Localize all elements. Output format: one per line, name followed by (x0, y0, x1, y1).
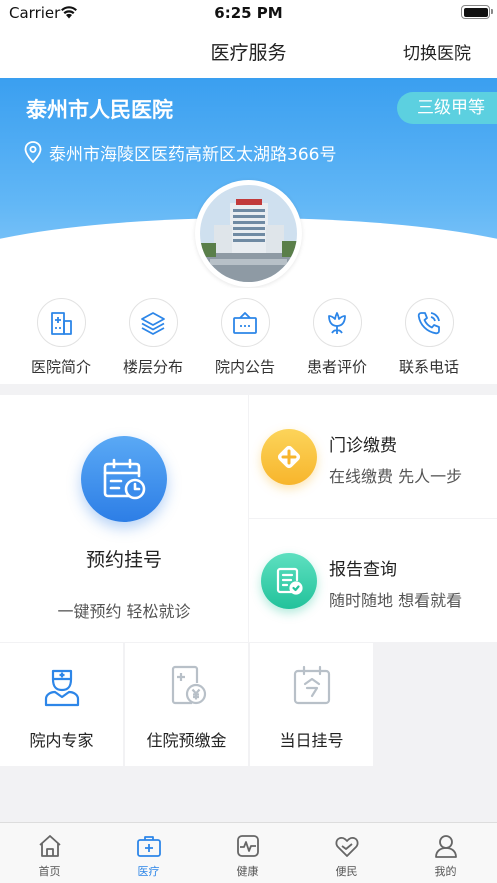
experts-label: 院内专家 (29, 731, 94, 750)
appointment-subtitle: 一键预约 轻松就诊 (57, 602, 191, 621)
today-calendar-icon (293, 665, 331, 705)
phone-icon (417, 311, 440, 334)
plus-diamond-icon (277, 445, 301, 469)
same-day-registration-label: 当日挂号 (279, 731, 344, 750)
quick-link-label: 楼层分布 (122, 358, 183, 376)
quick-link-label: 联系电话 (398, 358, 459, 376)
switch-hospital-button[interactable]: 切换医院 (403, 39, 471, 64)
appointment-card[interactable]: 预约挂号 一键预约 轻松就诊 (0, 395, 248, 642)
payment-title: 门诊缴费 (329, 436, 397, 456)
quick-link-contact[interactable]: 联系电话 (383, 298, 475, 377)
quick-link-notices[interactable]: 院内公告 (199, 298, 291, 377)
experts-card[interactable]: 院内专家 (0, 643, 123, 766)
report-card[interactable]: 报告查询 随时随地 想看就看 (249, 519, 497, 642)
quick-link-hospital-intro[interactable]: 医院简介 (15, 298, 107, 377)
hospital-photo (195, 180, 302, 287)
tab-medical[interactable]: 医疗 (99, 833, 198, 879)
quick-link-label: 患者评价 (306, 358, 367, 376)
tab-mine[interactable]: 我的 (396, 833, 495, 879)
same-day-registration-card[interactable]: 当日挂号 (250, 643, 373, 766)
quick-link-label: 医院简介 (30, 358, 91, 376)
hospital-address: 泰州市海陵区医药高新区太湖路366号 (49, 145, 337, 165)
notice-board-icon (233, 311, 257, 334)
home-icon (38, 835, 61, 857)
tab-label: 我的 (434, 865, 457, 878)
flower-icon (328, 311, 346, 334)
report-subtitle: 随时随地 想看就看 (329, 591, 463, 610)
deposit-card[interactable]: 住院预缴金 (125, 643, 248, 766)
status-bar: Carrier 6:25 PM (0, 0, 497, 26)
payment-subtitle: 在线缴费 先人一步 (329, 467, 463, 486)
deposit-icon (171, 665, 207, 705)
service-grid: 预约挂号 一键预约 轻松就诊 门诊缴费 在线缴费 先人一步 报告查询 随时随地 … (0, 395, 497, 642)
location-pin-icon (24, 141, 42, 163)
deposit-label: 住院预缴金 (146, 731, 227, 750)
quick-links: 医院简介 楼层分布 院内公告 患者评价 联系电话 (0, 288, 497, 384)
grade-badge: 三级甲等 (397, 92, 497, 124)
heartbeat-icon (236, 835, 259, 857)
nav-bar: 医疗服务 切换医院 (0, 26, 497, 78)
status-time: 6:25 PM (214, 4, 283, 22)
tab-label: 首页 (38, 865, 61, 878)
tab-label: 便民 (335, 865, 358, 878)
quick-link-reviews[interactable]: 患者评价 (291, 298, 383, 377)
appointment-title: 预约挂号 (85, 549, 162, 571)
hospital-name: 泰州市人民医院 (26, 98, 173, 122)
doctor-icon (44, 669, 80, 707)
tab-label: 医疗 (137, 865, 160, 878)
medical-kit-icon (136, 836, 161, 857)
payment-card[interactable]: 门诊缴费 在线缴费 先人一步 (249, 395, 497, 518)
hospital-building-icon (51, 311, 72, 335)
report-check-icon (276, 567, 303, 595)
battery-icon (461, 5, 493, 19)
report-title: 报告查询 (329, 560, 397, 580)
quick-link-label: 院内公告 (214, 358, 275, 376)
quick-link-floor-layout[interactable]: 楼层分布 (107, 298, 199, 377)
tab-bar: 首页 医疗 健康 便民 我的 (0, 822, 497, 883)
calendar-clock-icon (103, 458, 146, 500)
user-icon (434, 835, 457, 858)
tab-home[interactable]: 首页 (0, 833, 99, 879)
heart-hand-icon (335, 837, 358, 857)
tab-health[interactable]: 健康 (198, 833, 297, 879)
tab-label: 健康 (236, 865, 259, 878)
tab-convenience[interactable]: 便民 (297, 833, 396, 879)
layers-icon (141, 311, 165, 335)
